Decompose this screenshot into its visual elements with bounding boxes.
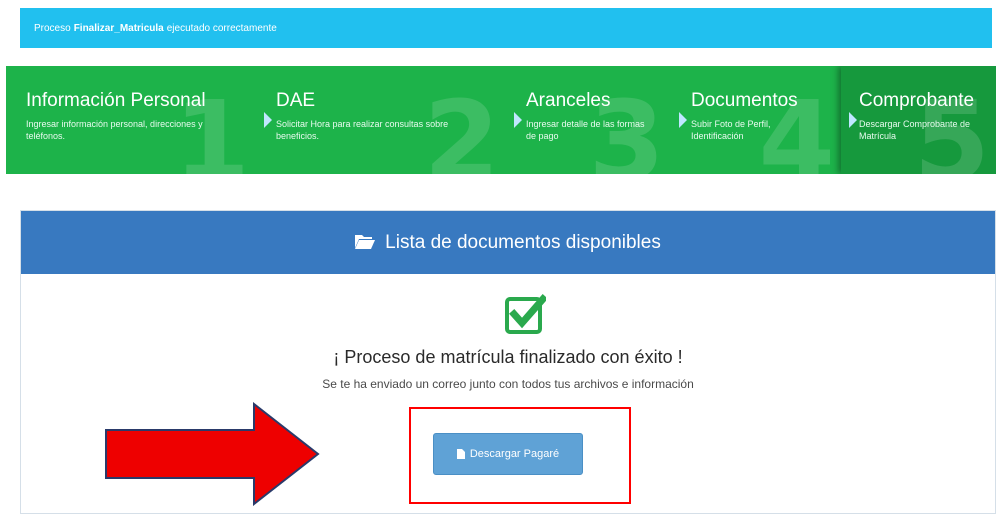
step-description: Subir Foto de Perfil, Identificación — [691, 119, 771, 141]
step-description: Ingresar detalle de las formas de pago — [526, 119, 645, 141]
download-button-label: Descargar Pagaré — [469, 448, 560, 460]
step-informacion-personal[interactable]: 1 Información Personal Ingresar informac… — [6, 66, 256, 174]
success-alert: Proceso Finalizar_Matricula ejecutado co… — [20, 8, 992, 48]
step-description: Ingresar información personal, direccion… — [26, 119, 203, 141]
alert-prefix: Proceso — [34, 22, 71, 34]
enrollment-steps: 1 Información Personal Ingresar informac… — [6, 66, 996, 174]
step-dae[interactable]: 2 DAE Solicitar Hora para realizar consu… — [256, 66, 506, 174]
step-title: Información Personal — [26, 90, 206, 111]
chevron-right-icon — [514, 112, 522, 128]
result-subtitle: Se te ha enviado un correo junto con tod… — [322, 377, 694, 391]
step-description: Solicitar Hora para realizar consultas s… — [276, 119, 449, 141]
file-icon — [456, 449, 465, 459]
red-arrow-annotation — [105, 402, 320, 506]
alert-process-name: Finalizar_Matricula — [73, 22, 164, 34]
result-title: ¡ Proceso de matrícula finalizado con éx… — [333, 347, 683, 367]
download-pagare-button[interactable]: Descargar Pagaré — [433, 433, 583, 475]
chevron-right-icon — [679, 112, 687, 128]
checkbox-check-icon — [505, 294, 546, 334]
alert-suffix: ejecutado correctamente — [166, 22, 277, 34]
folder-open-icon — [355, 235, 376, 249]
step-title: Documentos — [691, 90, 798, 111]
panel-header: Lista de documentos disponibles — [21, 211, 995, 274]
step-documentos[interactable]: 4 Documentos Subir Foto de Perfil, Ident… — [671, 66, 841, 174]
step-title: Aranceles — [526, 90, 611, 111]
chevron-right-icon — [264, 112, 272, 128]
step-title: Comprobante — [859, 90, 975, 111]
chevron-right-icon — [849, 112, 857, 128]
step-description: Descargar Comprobante de Matrícula — [859, 119, 971, 141]
step-comprobante[interactable]: 5 Comprobante Descargar Comprobante de M… — [841, 66, 996, 174]
panel-title: Lista de documentos disponibles — [385, 231, 661, 253]
step-aranceles[interactable]: 3 Aranceles Ingresar detalle de las form… — [506, 66, 671, 174]
step-title: DAE — [276, 90, 316, 111]
